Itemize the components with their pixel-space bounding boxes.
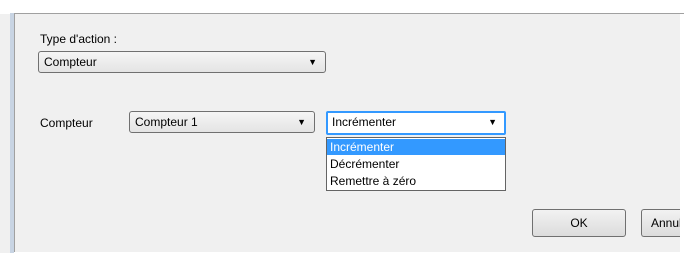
- ok-button[interactable]: OK: [532, 209, 626, 237]
- action-type-select[interactable]: Compteur ▼: [38, 51, 326, 73]
- chevron-down-icon[interactable]: ▼: [297, 117, 306, 127]
- dialog-frame-left: [10, 13, 15, 253]
- cancel-button[interactable]: Annuler: [641, 209, 680, 237]
- window-top-strip: [0, 0, 684, 14]
- dialog-frame-top: [14, 13, 684, 14]
- option-reset[interactable]: Remettre à zéro: [327, 173, 505, 189]
- counter-value: Compteur 1: [135, 115, 198, 129]
- option-decrement[interactable]: Décrémenter: [327, 156, 505, 172]
- action-type-label: Type d'action :: [40, 32, 118, 46]
- operation-value: Incrémenter: [332, 115, 397, 129]
- chevron-down-icon[interactable]: ▼: [308, 57, 317, 67]
- operation-select[interactable]: Incrémenter ▼: [326, 111, 506, 135]
- action-type-value: Compteur: [44, 55, 97, 69]
- counter-label: Compteur: [40, 116, 93, 130]
- option-increment[interactable]: Incrémenter: [327, 139, 505, 155]
- operation-dropdown-list: Incrémenter Décrémenter Remettre à zéro: [326, 137, 506, 191]
- counter-select[interactable]: Compteur 1 ▼: [129, 111, 315, 133]
- dialog-right-edge: [680, 14, 684, 253]
- chevron-down-icon[interactable]: ▼: [488, 117, 497, 127]
